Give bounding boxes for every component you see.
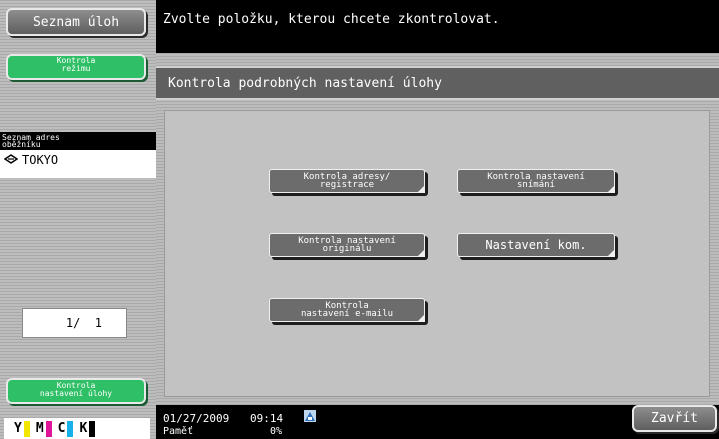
toner-magenta-label: M — [35, 421, 44, 436]
page-indicator: 1/ 1 — [22, 308, 127, 338]
toner-yellow-label: Y — [14, 421, 22, 436]
check-email-settings-label: Kontrola nastavení e-mailu — [300, 301, 394, 319]
toner-yellow: Y — [14, 420, 30, 437]
toner-yellow-bar — [23, 420, 30, 437]
options-area — [164, 110, 710, 397]
address-book-header: Seznam adres oběžníku — [0, 132, 156, 150]
toner-magenta-bar — [45, 420, 52, 437]
comm-settings-button[interactable]: Nastavení kom. — [457, 233, 615, 257]
panel-title: Kontrola podrobných nastavení úlohy — [156, 66, 719, 100]
check-original-settings-button[interactable]: Kontrola nastavení originálu — [269, 233, 425, 257]
memory-value: 0% — [270, 426, 283, 437]
status-date: 01/27/2009 — [163, 412, 230, 425]
toner-cyan: C — [57, 420, 74, 437]
check-address-label: Kontrola adresy/ registrace — [303, 172, 391, 190]
check-scan-settings-button[interactable]: Kontrola nastavení snímání — [457, 169, 615, 193]
address-list-item[interactable]: TOKYO — [0, 150, 156, 178]
address-item-label: TOKYO — [22, 153, 59, 167]
toner-magenta: M — [35, 420, 52, 437]
toner-cyan-label: C — [57, 421, 66, 436]
comm-settings-label: Nastavení kom. — [485, 238, 587, 252]
toner-black-bar — [89, 420, 96, 437]
toner-cyan-bar — [67, 420, 74, 437]
instruction-message: Zvolte položku, kterou chcete zkontrolov… — [163, 12, 500, 27]
address-group-icon — [4, 154, 18, 164]
check-original-settings-label: Kontrola nastavení originálu — [298, 236, 396, 254]
check-address-button[interactable]: Kontrola adresy/ registrace — [269, 169, 425, 193]
check-email-settings-button[interactable]: Kontrola nastavení e-mailu — [269, 298, 425, 322]
toner-black-label: K — [79, 421, 88, 436]
memory-label: Paměť — [163, 426, 194, 437]
status-time: 09:14 — [250, 412, 284, 425]
network-icon — [304, 410, 316, 422]
toner-black: K — [79, 420, 96, 437]
toner-levels: Y M C K — [4, 418, 150, 439]
check-scan-settings-label: Kontrola nastavení snímání — [487, 172, 585, 190]
mode-check-button[interactable]: Kontrola režimu — [6, 54, 146, 80]
job-settings-check-button[interactable]: Kontrola nastavení úlohy — [6, 378, 146, 404]
close-button[interactable]: Zavřít — [632, 405, 717, 432]
job-list-button[interactable]: Seznam úloh — [6, 8, 146, 36]
